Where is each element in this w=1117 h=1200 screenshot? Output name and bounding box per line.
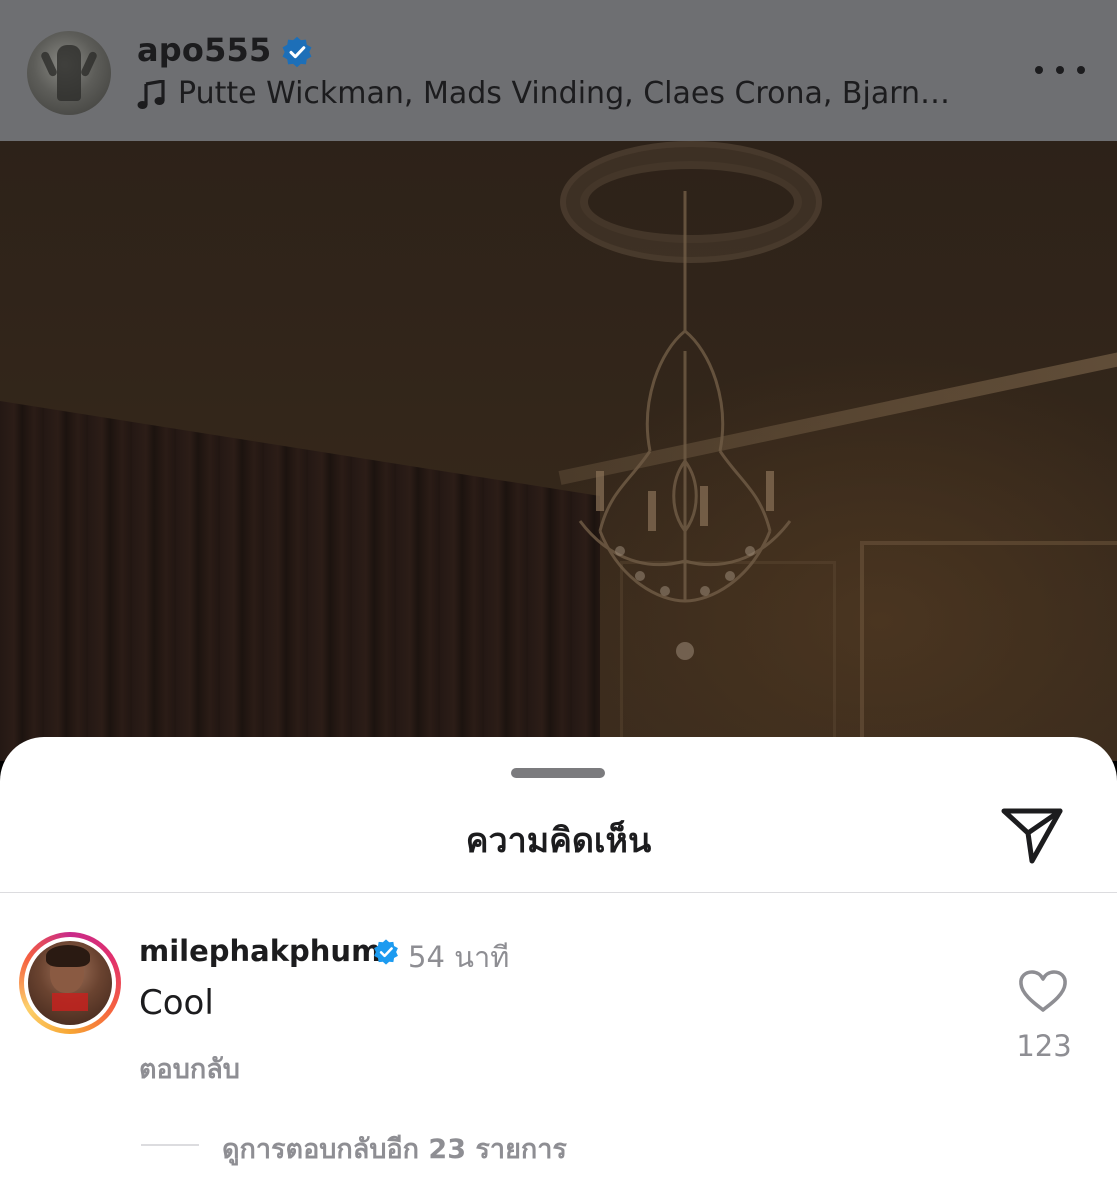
avatar-statue-arm-right [79, 50, 99, 78]
sheet-divider [0, 892, 1117, 893]
comment-like-count: 123 [1016, 1029, 1072, 1063]
post-header: apo555 Putte Wickman, Mads Vinding, Clae… [0, 0, 1117, 141]
reply-button[interactable]: ตอบกลับ [139, 1047, 240, 1090]
instagram-post-screen: apo555 Putte Wickman, Mads Vinding, Clae… [0, 0, 1117, 1200]
more-dot [1035, 66, 1043, 74]
music-note-icon [137, 80, 165, 109]
send-icon[interactable] [1000, 807, 1064, 865]
avatar-red-logo [52, 993, 88, 1011]
photo-wall-panel [860, 541, 1117, 761]
verified-badge-icon [282, 36, 312, 68]
post-author-username[interactable]: apo555 [137, 31, 271, 69]
more-options-icon[interactable] [1035, 56, 1085, 84]
photo-curtain [0, 401, 600, 761]
post-author-avatar[interactable] [27, 31, 111, 115]
heart-icon[interactable] [1018, 969, 1068, 1013]
more-dot [1056, 66, 1064, 74]
post-music-label[interactable]: Putte Wickman, Mads Vinding, Claes Crona… [178, 76, 968, 111]
more-dot [1077, 66, 1085, 74]
commenter-avatar-story-ring[interactable] [19, 932, 121, 1034]
comment-text: Cool [139, 983, 214, 1023]
commenter-avatar [28, 941, 112, 1025]
chandelier-photo-icon [578, 191, 792, 660]
avatar-statue [57, 45, 81, 101]
post-photo[interactable] [0, 141, 1117, 761]
sheet-grabber-handle[interactable] [511, 768, 605, 778]
avatar-statue-arm-left [39, 50, 59, 78]
comments-sheet: ความคิดเห็น milephakphum 54 นาที Cool ตอ… [0, 737, 1117, 1200]
comment-timestamp: 54 นาที [408, 940, 510, 974]
comments-sheet-title: ความคิดเห็น [465, 821, 652, 861]
replies-connector-line [141, 1144, 199, 1146]
avatar-hair [46, 945, 90, 967]
commenter-username[interactable]: milephakphum [139, 934, 381, 968]
view-more-replies-button[interactable]: ดูการตอบกลับอีก 23 รายการ [222, 1127, 567, 1170]
verified-badge-icon [374, 939, 398, 965]
